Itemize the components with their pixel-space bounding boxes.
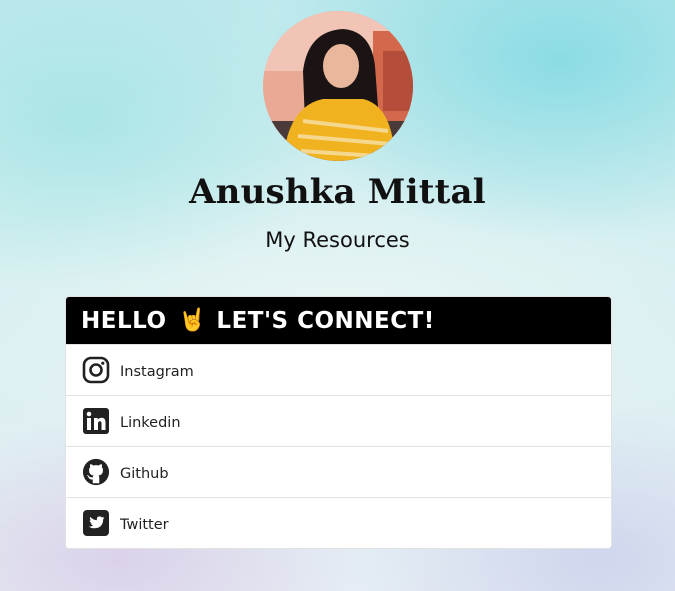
profile-name: Anushka Mittal [189,172,486,212]
link-label-twitter: Twitter [120,517,169,533]
linkedin-icon [82,407,110,435]
link-twitter[interactable]: Twitter [66,497,611,548]
link-label-github: Github [120,466,169,482]
link-linkedin[interactable]: Linkedin [66,395,611,446]
connect-card: HELLO 🤘 LET'S CONNECT! Instagram Linkedi… [65,296,612,549]
link-label-linkedin: Linkedin [120,415,181,431]
profile-avatar [263,11,413,161]
rock-on-hand-icon: 🤘 [178,308,207,333]
instagram-icon [82,356,110,384]
github-icon [82,458,110,486]
header-hello: HELLO [81,307,167,334]
link-label-instagram: Instagram [120,364,194,380]
card-header: HELLO 🤘 LET'S CONNECT! [66,297,611,344]
link-github[interactable]: Github [66,446,611,497]
profile-subtitle: My Resources [265,228,410,252]
header-connect: LET'S CONNECT! [216,307,435,334]
twitter-icon [82,509,110,537]
profile-photo [263,11,413,161]
link-instagram[interactable]: Instagram [66,344,611,395]
